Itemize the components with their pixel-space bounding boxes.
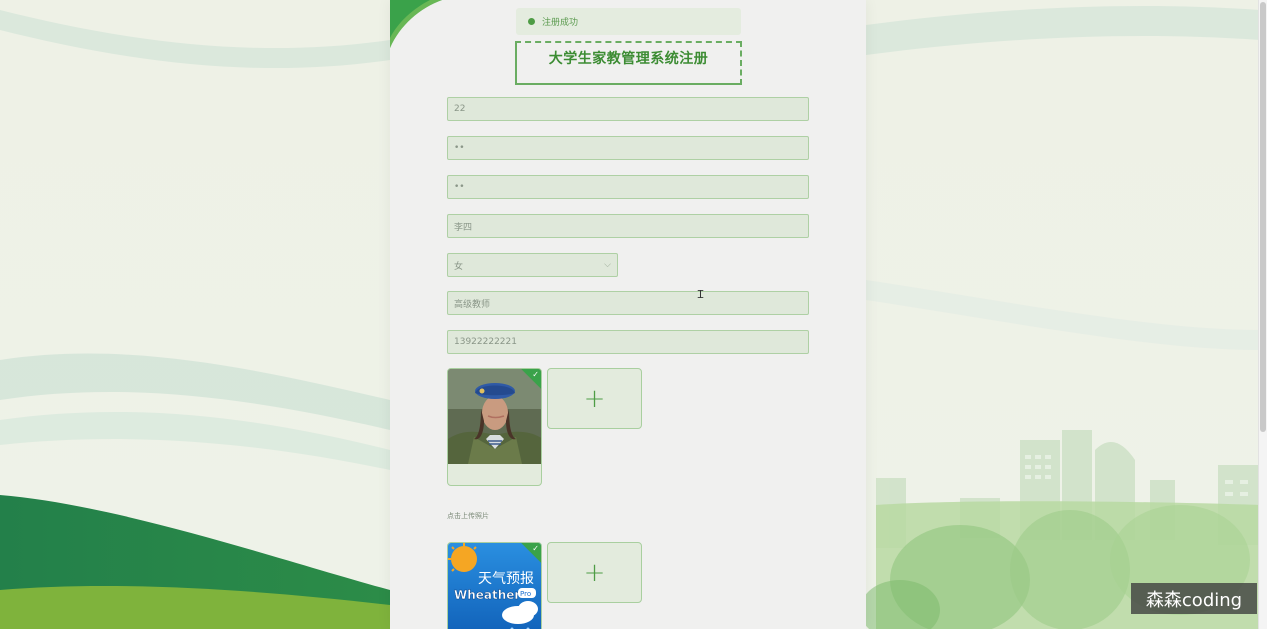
real-name-input[interactable] bbox=[447, 214, 809, 238]
check-icon: ✓ bbox=[532, 370, 539, 379]
plus-icon: + bbox=[583, 383, 606, 414]
success-dot-icon bbox=[528, 18, 535, 25]
toast-message: 注册成功 bbox=[542, 18, 579, 28]
avatar-upload-button[interactable]: + bbox=[547, 368, 642, 429]
confirm-password-input[interactable]: •• bbox=[447, 175, 809, 199]
form-title-text: 大学生家教管理系统注册 bbox=[548, 51, 709, 67]
avatar-photo bbox=[448, 369, 541, 464]
gender-value: 女 bbox=[454, 261, 464, 272]
scrollbar-thumb[interactable] bbox=[1260, 2, 1266, 432]
title-input[interactable] bbox=[447, 291, 809, 315]
phone-input[interactable] bbox=[447, 330, 809, 354]
uploaded-photo-thumbnail[interactable]: 天气预报 Wheather Pro ✓ bbox=[447, 542, 542, 629]
plus-icon-2: + bbox=[583, 557, 606, 588]
page-scrollbar[interactable] bbox=[1258, 0, 1267, 629]
check-icon-2: ✓ bbox=[532, 544, 539, 553]
text-cursor-icon: Ｉ bbox=[695, 288, 706, 301]
register-panel: 注册成功 大学生家教管理系统注册 •• •• 女 ⌵ bbox=[390, 0, 866, 629]
weather-brand-text: Wheather bbox=[454, 588, 520, 602]
photo-upload-button[interactable]: + bbox=[547, 542, 642, 603]
form-title: 大学生家教管理系统注册 bbox=[515, 41, 742, 85]
confirm-password-value: •• bbox=[454, 182, 465, 192]
weather-title-text: 天气预报 bbox=[478, 571, 534, 587]
account-input[interactable] bbox=[447, 97, 809, 121]
password-input[interactable]: •• bbox=[447, 136, 809, 160]
weather-app-photo: 天气预报 Wheather Pro bbox=[448, 543, 541, 629]
watermark: 森森coding bbox=[1131, 583, 1257, 614]
uploaded-avatar-thumbnail[interactable]: ✓ bbox=[447, 368, 542, 486]
weather-pro-badge: Pro bbox=[520, 590, 531, 598]
upload-hint: 点击上传照片 bbox=[447, 512, 489, 520]
chevron-down-icon: ⌵ bbox=[604, 260, 611, 270]
gender-select[interactable]: 女 ⌵ bbox=[447, 253, 618, 277]
panel-corner-decoration bbox=[390, 0, 442, 48]
success-toast: 注册成功 bbox=[516, 8, 741, 35]
password-value: •• bbox=[454, 143, 465, 153]
